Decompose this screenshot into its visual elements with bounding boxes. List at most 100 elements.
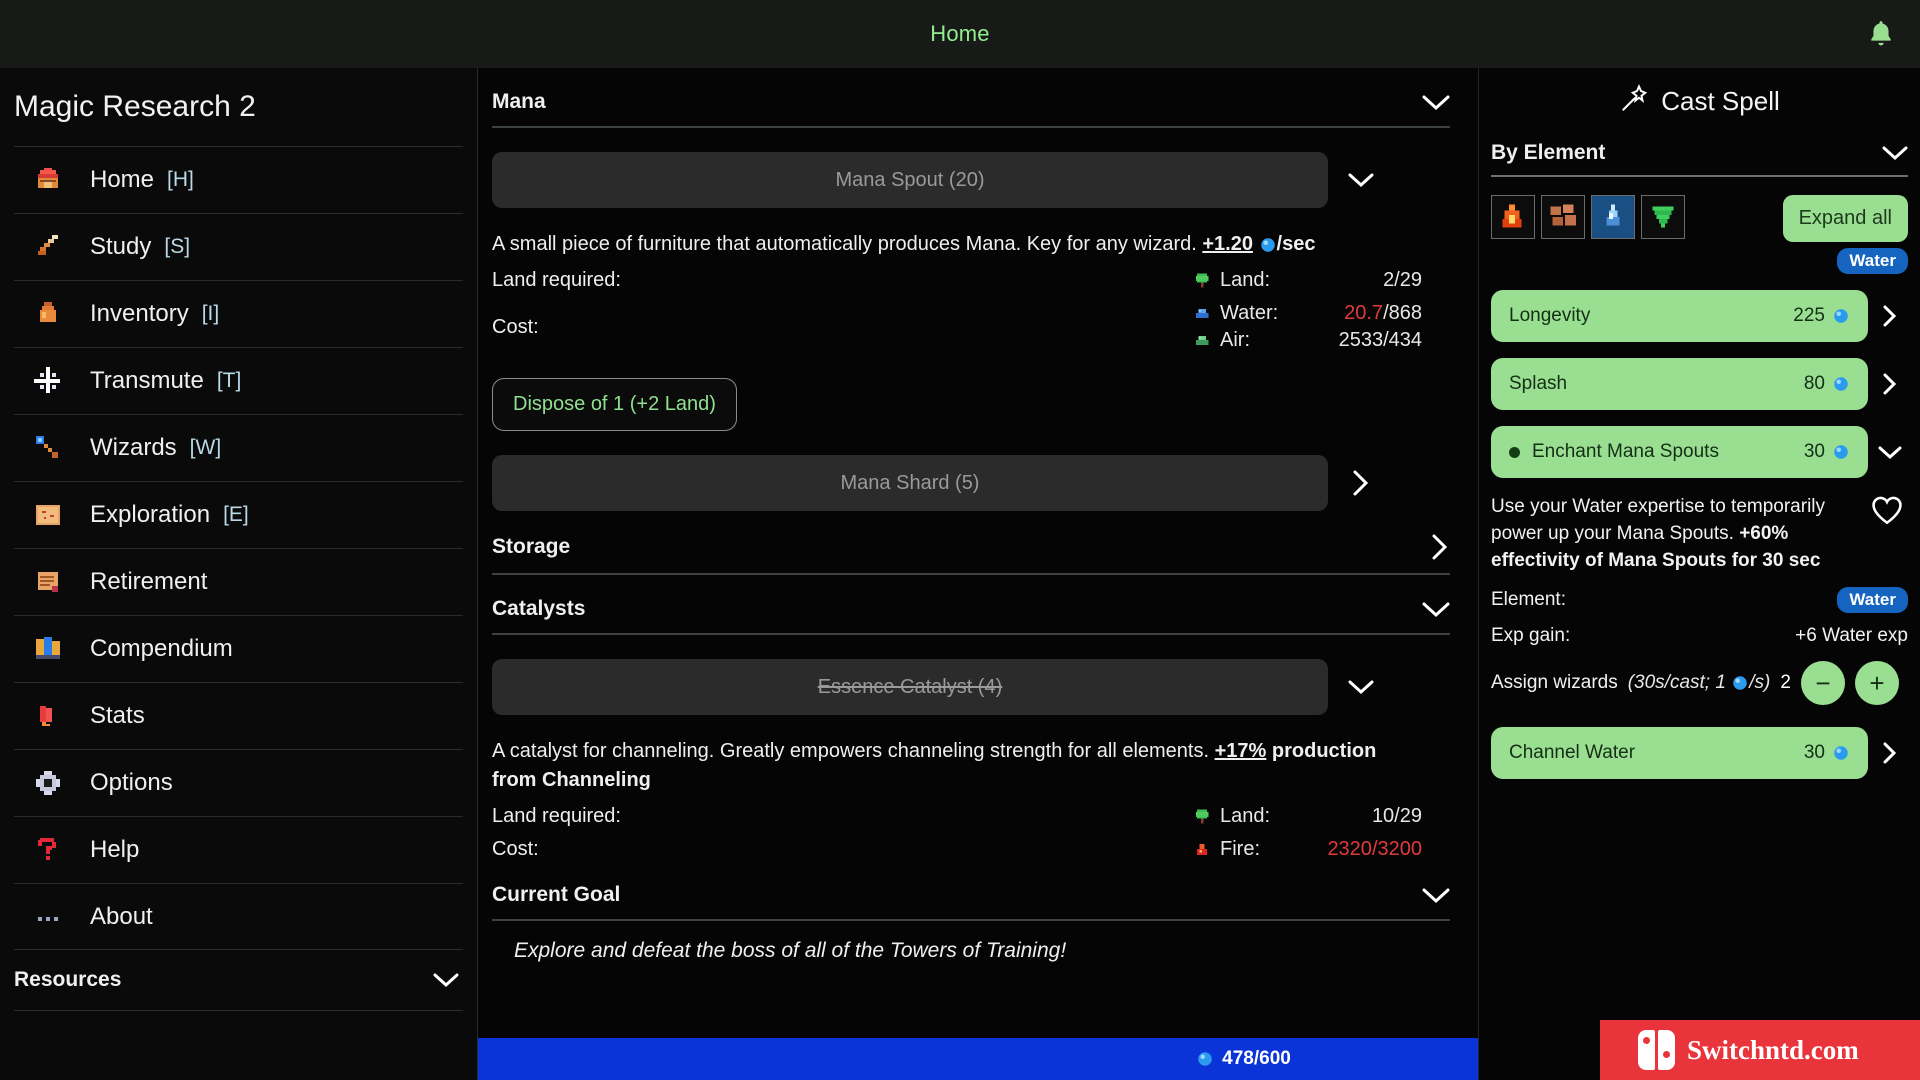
catalysts-section-toggle[interactable]: Catalysts	[492, 575, 1450, 635]
chevron-down-icon	[1422, 887, 1450, 904]
air-element-icon[interactable]	[1641, 195, 1685, 239]
sidebar-item-stats[interactable]: Stats	[14, 682, 463, 749]
chevron-right-icon	[1430, 533, 1450, 561]
assign-increment-button[interactable]: +	[1854, 660, 1899, 705]
question-icon	[28, 830, 68, 870]
sidebar-item-label: Options	[90, 769, 173, 796]
sidebar: Magic Research 2 Home [H] Study [S] Inve…	[0, 68, 478, 1080]
land-value: 2/29	[1383, 269, 1422, 291]
water-element-icon[interactable]	[1591, 195, 1635, 239]
mana-section-toggle[interactable]: Mana	[492, 68, 1450, 128]
fire-element-icon[interactable]	[1491, 195, 1535, 239]
air-gem-icon	[1195, 335, 1209, 345]
section-title: Mana	[492, 90, 546, 113]
mana-orb-icon	[1834, 377, 1848, 391]
sidebar-item-label: Compendium	[90, 635, 233, 662]
spell-button[interactable]: Channel Water 30	[1491, 726, 1868, 779]
land-name: Land:	[1220, 269, 1271, 291]
cast-spell-title: Cast Spell	[1661, 86, 1780, 116]
spell-cost-value: 225	[1793, 305, 1825, 326]
fire-max: /3200	[1371, 838, 1422, 860]
sidebar-item-key: [I]	[201, 302, 220, 325]
gear-icon	[28, 763, 68, 803]
mana-spout-land-line: Land required: Land: 2/29	[492, 269, 1422, 292]
water-stat: Water: 20.7/868	[1192, 302, 1422, 325]
spell-button[interactable]: Longevity 225	[1491, 290, 1868, 342]
fire-name: Fire:	[1220, 838, 1260, 860]
essence-catalyst-button[interactable]: Essence Catalyst (4)	[492, 659, 1328, 715]
air-value: 2533/434	[1338, 329, 1422, 351]
chevron-right-icon[interactable]	[1872, 741, 1908, 765]
spell-button[interactable]: Enchant Mana Spouts 30	[1491, 426, 1868, 478]
spell-cost-value: 30	[1803, 441, 1825, 462]
tree-icon	[1195, 809, 1209, 823]
mana-progress-bar: 478/600	[478, 1038, 1478, 1080]
current-goal-text: Explore and defeat the boss of all of th…	[514, 939, 1067, 962]
mana-orb-icon	[1834, 746, 1848, 760]
production-pct: +17%	[1214, 740, 1267, 762]
by-element-toggle[interactable]: By Element	[1491, 141, 1908, 177]
sidebar-item-about[interactable]: About	[14, 883, 463, 950]
mana-shard-row: Mana Shard (5)	[492, 455, 1450, 511]
sidebar-item-study[interactable]: Study [S]	[14, 213, 463, 280]
land-required-label: Land required:	[492, 805, 621, 827]
chevron-right-icon[interactable]	[1872, 372, 1908, 396]
water-gem-icon	[1195, 308, 1209, 318]
mana-orb-icon	[1260, 237, 1275, 252]
exp-value: +6 Water exp	[1795, 624, 1908, 646]
mana-orb-icon	[1834, 445, 1848, 459]
chevron-down-icon[interactable]	[1338, 172, 1384, 188]
sidebar-item-compendium[interactable]: Compendium	[14, 615, 463, 682]
water-max: /868	[1383, 302, 1422, 324]
section-title: Storage	[492, 535, 571, 558]
desc-text: A small piece of furniture that automati…	[492, 233, 1203, 255]
sidebar-item-home[interactable]: Home [H]	[14, 146, 463, 213]
resources-label: Resources	[14, 968, 122, 991]
resources-section-toggle[interactable]: Resources	[14, 950, 463, 1011]
spell-detail-panel: Use your Water expertise to temporarily …	[1491, 494, 1908, 705]
sidebar-item-options[interactable]: Options	[14, 749, 463, 816]
spell-cost-value: 80	[1803, 373, 1825, 394]
water-value: 20.7/868	[1302, 302, 1422, 325]
sidebar-item-label: Transmute	[90, 367, 204, 394]
spell-description: Use your Water expertise to temporarily …	[1491, 494, 1856, 575]
top-bar: Home	[0, 0, 1920, 68]
spell-row-enchant-mana-spouts: Enchant Mana Spouts 30	[1491, 426, 1908, 478]
chevron-right-icon[interactable]	[1338, 469, 1384, 497]
earth-element-icon[interactable]	[1541, 195, 1585, 239]
spell-button[interactable]: Splash 80	[1491, 358, 1868, 410]
assign-hint-pre: (30s/cast; 1	[1627, 671, 1726, 693]
map-icon	[28, 495, 68, 535]
spell-row-longevity: Longevity 225	[1491, 290, 1908, 342]
mana-spout-cost-line: Cost: Water: 20.7/868 Air: 2533/434	[492, 302, 1422, 352]
current-goal-section-toggle[interactable]: Current Goal	[492, 861, 1450, 921]
sidebar-item-wizards[interactable]: Wizards [W]	[14, 414, 463, 481]
bell-icon[interactable]	[1860, 13, 1902, 55]
rate-suffix: /sec	[1276, 233, 1316, 255]
mana-shard-button[interactable]: Mana Shard (5)	[492, 455, 1328, 511]
sidebar-item-retirement[interactable]: Retirement	[14, 548, 463, 615]
dispose-button[interactable]: Dispose of 1 (+2 Land)	[492, 378, 737, 431]
expand-all-button[interactable]: Expand all	[1782, 195, 1908, 242]
chart-icon	[28, 696, 68, 736]
spell-row-splash: Splash 80	[1491, 358, 1908, 410]
assign-decrement-button[interactable]: −	[1800, 660, 1845, 705]
watermark-text: Switchntd.com	[1687, 1034, 1859, 1065]
main-inner: Mana Mana Spout (20) A small piece of fu…	[478, 68, 1478, 963]
storage-section-toggle[interactable]: Storage	[492, 511, 1450, 575]
essence-catalyst-row: Essence Catalyst (4)	[492, 659, 1450, 715]
spell-name-wrap: Enchant Mana Spouts	[1509, 441, 1719, 463]
spell-cost: 30	[1804, 441, 1850, 463]
sidebar-item-exploration[interactable]: Exploration [E]	[14, 481, 463, 548]
heart-icon[interactable]	[1866, 494, 1908, 526]
mana-spout-button[interactable]: Mana Spout (20)	[492, 152, 1328, 208]
sidebar-item-label: About	[90, 902, 153, 930]
chevron-right-icon[interactable]	[1872, 304, 1908, 328]
chevron-down-icon[interactable]	[1338, 679, 1384, 695]
chevron-down-icon[interactable]	[1872, 445, 1908, 460]
watermark: Switchntd.com	[1600, 1020, 1920, 1080]
sidebar-item-help[interactable]: Help	[14, 816, 463, 883]
sidebar-item-inventory[interactable]: Inventory [I]	[14, 280, 463, 347]
assign-hint-post: /s)	[1749, 671, 1771, 693]
sidebar-item-transmute[interactable]: Transmute [T]	[14, 347, 463, 414]
